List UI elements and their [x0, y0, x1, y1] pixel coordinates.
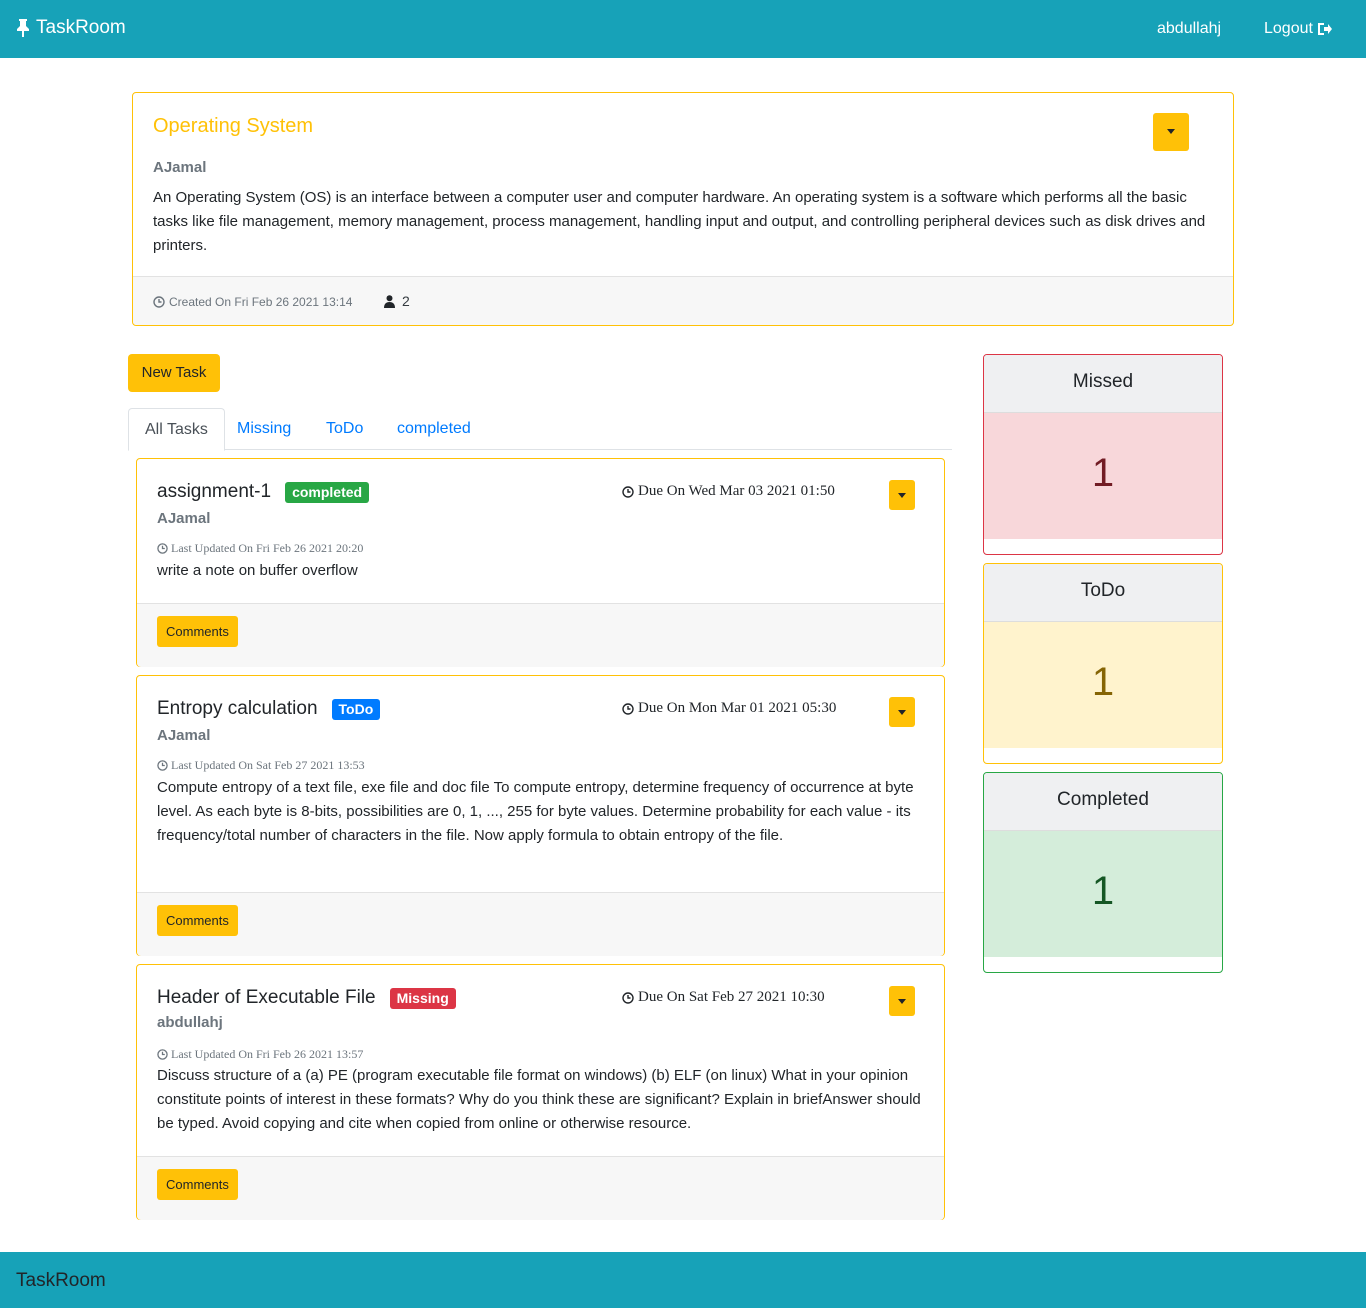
- todo-stat-label: ToDo: [984, 564, 1222, 622]
- missed-stat-count: 1: [984, 413, 1222, 539]
- comments-button[interactable]: Comments: [157, 905, 238, 936]
- clock-icon: [622, 702, 634, 715]
- completed-stat-label: Completed: [984, 773, 1222, 831]
- user-link[interactable]: abdullahj: [1157, 20, 1221, 38]
- comments-button[interactable]: Comments: [157, 616, 238, 647]
- comments-button[interactable]: Comments: [157, 1169, 238, 1200]
- status-badge: completed: [285, 481, 370, 503]
- task-card: assignment-1 completed Due On Wed Mar 03…: [136, 458, 945, 667]
- task-author: abdullahj: [157, 1014, 223, 1031]
- task-author: AJamal: [157, 510, 211, 527]
- created-date: Created On Fri Feb 26 2021 13:14: [153, 295, 352, 309]
- classroom-footer: Created On Fri Feb 26 2021 13:14 2: [133, 276, 1233, 325]
- task-due-date: Due On Wed Mar 03 2021 01:50: [622, 483, 835, 500]
- logout-label: Logout: [1264, 20, 1313, 37]
- missed-stat-card: Missed 1: [983, 354, 1223, 555]
- created-label: Created On Fri Feb 26 2021 13:14: [169, 295, 353, 309]
- classroom-card: Operating System AJamal An Operating Sys…: [132, 92, 1234, 326]
- task-footer: Comments: [137, 1156, 944, 1220]
- classroom-author: AJamal: [153, 159, 207, 176]
- task-updated: Last Updated On Fri Feb 26 2021 20:20: [157, 541, 363, 556]
- task-title: Header of Executable File Missing: [157, 987, 456, 1009]
- user-icon: [384, 294, 395, 308]
- task-dropdown-button[interactable]: [889, 480, 915, 510]
- sign-out-icon: [1317, 23, 1332, 35]
- task-tabs: All Tasks Missing ToDo completed: [128, 408, 952, 451]
- task-title-text[interactable]: assignment-1: [157, 481, 271, 503]
- footer-brand: TaskRoom: [16, 1270, 106, 1291]
- completed-stat-count: 1: [984, 831, 1222, 957]
- completed-stat-card: Completed 1: [983, 772, 1223, 973]
- tab-todo[interactable]: ToDo: [310, 408, 379, 450]
- task-title-text[interactable]: Entropy calculation: [157, 698, 318, 720]
- task-due-label: Due On Wed Mar 03 2021 01:50: [638, 483, 835, 499]
- member-count: 2: [384, 293, 410, 309]
- status-badge: Missing: [389, 987, 456, 1009]
- task-author: AJamal: [157, 727, 211, 744]
- task-description: Compute entropy of a text file, exe file…: [157, 779, 914, 844]
- tab-completed[interactable]: completed: [381, 408, 487, 450]
- task-footer: Comments: [137, 892, 944, 956]
- tab-all-tasks[interactable]: All Tasks: [128, 408, 225, 451]
- classroom-dropdown-button[interactable]: [1153, 113, 1189, 151]
- brand-link[interactable]: TaskRoom: [16, 17, 126, 39]
- task-title: assignment-1 completed: [157, 481, 370, 503]
- task-updated: Last Updated On Sat Feb 27 2021 13:53: [157, 758, 365, 773]
- classroom-description: An Operating System (OS) is an interface…: [153, 189, 1206, 254]
- task-description: Discuss structure of a (a) PE (program e…: [157, 1067, 921, 1132]
- task-dropdown-button[interactable]: [889, 697, 915, 727]
- navbar: TaskRoom abdullahj Logout: [0, 0, 1366, 58]
- task-due-label: Due On Mon Mar 01 2021 05:30: [638, 700, 837, 716]
- member-count-value: 2: [402, 293, 410, 309]
- clock-icon: [157, 1049, 168, 1060]
- logout-link[interactable]: Logout: [1264, 20, 1332, 38]
- classroom-title: Operating System: [153, 115, 314, 137]
- todo-stat-card: ToDo 1: [983, 563, 1223, 764]
- task-due-date: Due On Mon Mar 01 2021 05:30: [622, 700, 836, 717]
- status-badge: ToDo: [331, 698, 381, 720]
- clock-icon: [157, 760, 168, 771]
- clock-icon: [622, 485, 634, 498]
- task-description: write a note on buffer overflow: [157, 562, 358, 579]
- task-title-text[interactable]: Header of Executable File: [157, 987, 376, 1009]
- clock-icon: [157, 543, 168, 554]
- clock-icon: [153, 296, 165, 308]
- task-due-label: Due On Sat Feb 27 2021 10:30: [638, 989, 825, 1005]
- new-task-button[interactable]: New Task: [128, 354, 220, 392]
- task-footer: Comments: [137, 603, 944, 667]
- task-title: Entropy calculation ToDo: [157, 698, 381, 720]
- task-updated-label: Last Updated On Sat Feb 27 2021 13:53: [171, 758, 365, 772]
- brand-label: TaskRoom: [36, 17, 126, 38]
- tab-missing[interactable]: Missing: [221, 408, 307, 450]
- task-updated-label: Last Updated On Fri Feb 26 2021 20:20: [171, 541, 364, 555]
- page-footer: TaskRoom: [0, 1252, 1366, 1308]
- clock-icon: [622, 991, 634, 1004]
- task-updated: Last Updated On Fri Feb 26 2021 13:57: [157, 1047, 363, 1062]
- missed-stat-label: Missed: [984, 355, 1222, 413]
- task-updated-label: Last Updated On Fri Feb 26 2021 13:57: [171, 1047, 364, 1061]
- task-card: Header of Executable File Missing Due On…: [136, 964, 945, 1220]
- task-dropdown-button[interactable]: [889, 986, 915, 1016]
- todo-stat-count: 1: [984, 622, 1222, 748]
- task-due-date: Due On Sat Feb 27 2021 10:30: [622, 989, 825, 1006]
- thumbtack-icon: [17, 19, 29, 37]
- task-card: Entropy calculation ToDo Due On Mon Mar …: [136, 675, 945, 956]
